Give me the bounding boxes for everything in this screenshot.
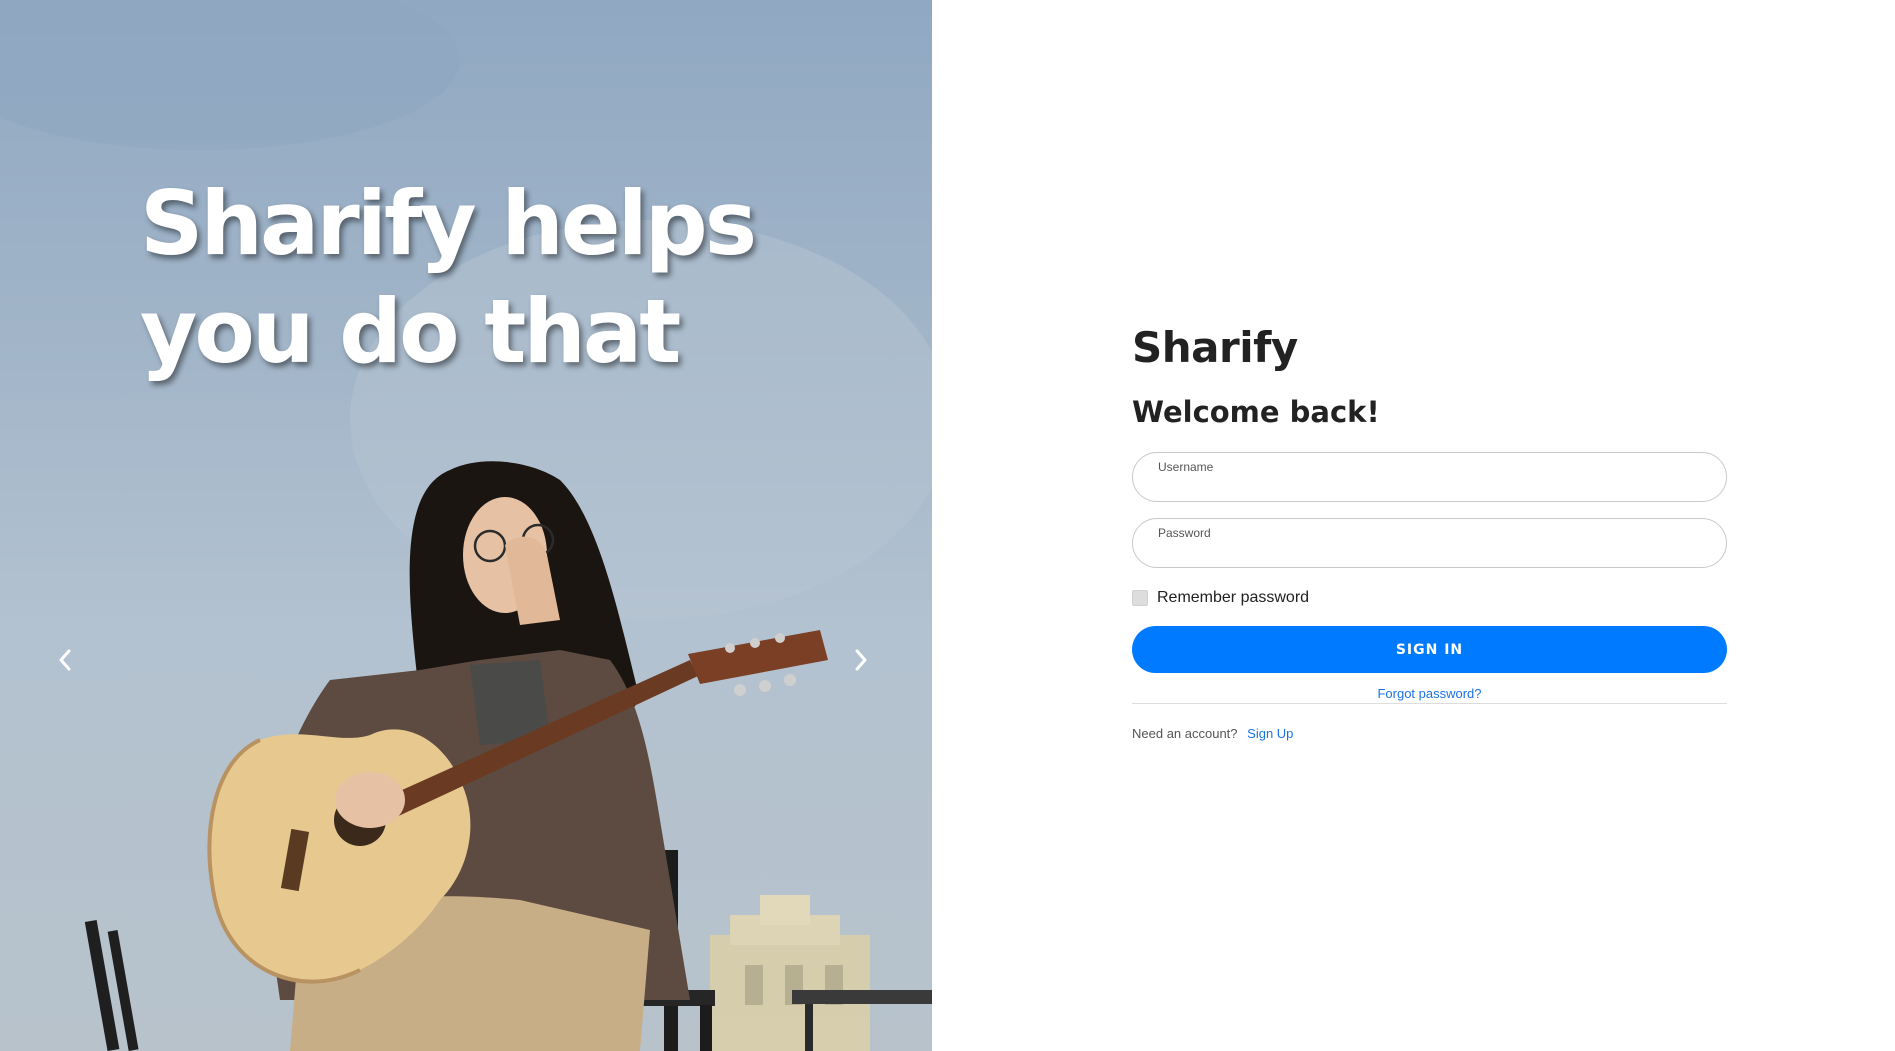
sign-up-link[interactable]: Sign Up <box>1247 726 1293 741</box>
remember-password-label[interactable]: Remember password <box>1157 589 1309 607</box>
login-page: Sharify helps you do that Sharify Welcom… <box>0 0 1895 1051</box>
sign-in-button[interactable]: SIGN IN <box>1132 626 1727 673</box>
signup-prompt: Need an account? <box>1132 726 1238 741</box>
welcome-heading: Welcome back! <box>1132 395 1380 429</box>
brand-title: Sharify <box>1132 323 1298 372</box>
remember-password-row: Remember password <box>1132 588 1727 608</box>
username-label: Username <box>1158 460 1214 474</box>
password-field[interactable]: Password <box>1132 518 1727 568</box>
forgot-password-link[interactable]: Forgot password? <box>1132 686 1727 702</box>
hero-photo <box>0 0 932 1051</box>
carousel-prev-button[interactable] <box>45 640 85 680</box>
chevron-left-icon <box>59 649 71 671</box>
username-input[interactable] <box>1157 475 1701 497</box>
password-input[interactable] <box>1157 541 1701 563</box>
hero-carousel: Sharify helps you do that <box>0 0 932 1051</box>
password-label: Password <box>1158 526 1211 540</box>
signup-row: Need an account? Sign Up <box>1132 726 1727 741</box>
background-building <box>710 895 870 1051</box>
login-form: Sharify Welcome back! Username Password … <box>1132 318 1727 741</box>
divider <box>1132 703 1727 704</box>
hero-caption: Sharify helps you do that <box>140 172 757 383</box>
carousel-next-button[interactable] <box>841 640 881 680</box>
remember-password-checkbox[interactable] <box>1132 590 1148 606</box>
chevron-right-icon <box>855 649 867 671</box>
username-field[interactable]: Username <box>1132 452 1727 502</box>
